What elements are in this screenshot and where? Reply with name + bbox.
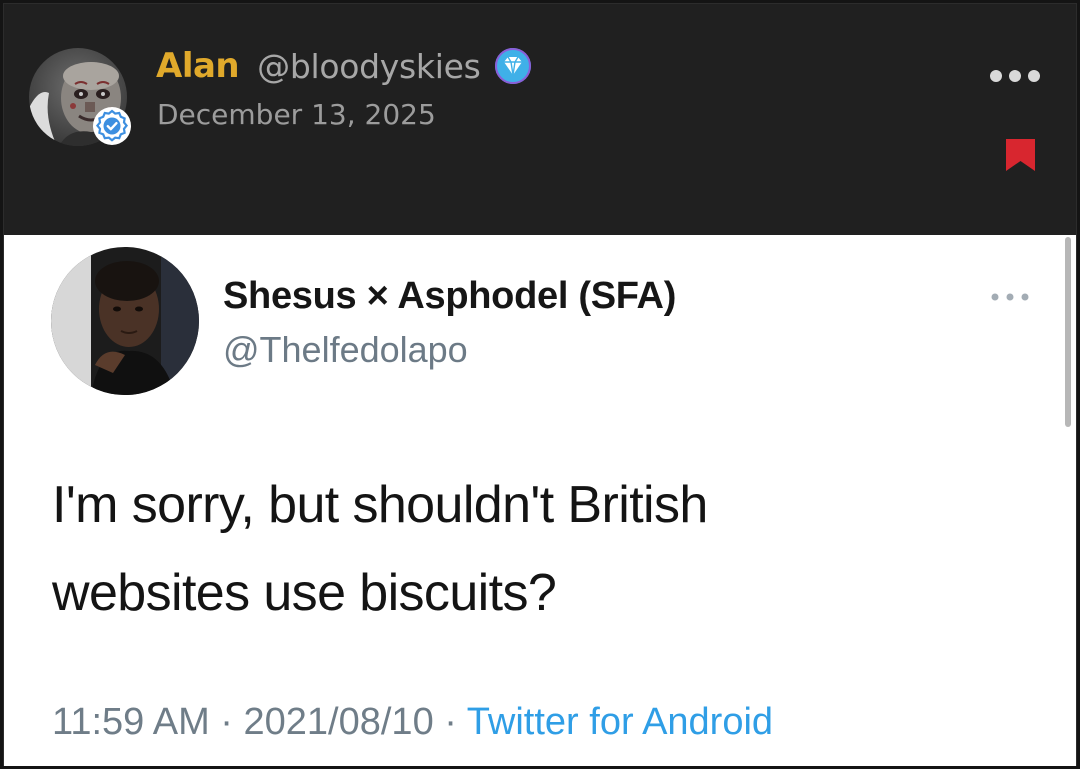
person-photo-avatar-icon xyxy=(51,247,199,395)
meta-separator: · xyxy=(444,701,457,743)
meta-separator: · xyxy=(220,701,233,743)
tweet-time: 11:59 AM xyxy=(52,701,210,743)
post-frame: Alan @bloodyskies December 13, 2025 Shes… xyxy=(3,3,1077,766)
tweet-text-line: I'm sorry, but shouldn't British xyxy=(52,476,708,534)
author-line: Alan @bloodyskies xyxy=(156,46,532,86)
tweet-display-name: Shesus × Asphodel (SFA) xyxy=(223,275,677,317)
tweet-meta: 11:59 AM · 2021/08/10 · Twitter for Andr… xyxy=(52,701,773,744)
author-handle[interactable]: @bloodyskies xyxy=(257,47,481,86)
diamond-gem-icon xyxy=(495,48,532,84)
tweet-handle: @Thelfedolapo xyxy=(223,329,468,370)
more-options-icon[interactable] xyxy=(989,66,1041,86)
tweet-source: Twitter for Android xyxy=(466,701,774,743)
bookmark-icon[interactable] xyxy=(1005,138,1036,172)
verified-check-icon xyxy=(93,107,131,145)
tweet-author-avatar xyxy=(51,247,199,395)
tweet-more-options-icon xyxy=(991,293,1029,301)
author-name[interactable]: Alan xyxy=(156,46,240,86)
tweet-text-line: websites use biscuits? xyxy=(52,564,557,622)
post-date: December 13, 2025 xyxy=(157,98,436,131)
scrollbar-thumb[interactable] xyxy=(1065,237,1071,427)
tweet-text: I'm sorry, but shouldn't British website… xyxy=(52,461,1012,637)
page: Alan @bloodyskies December 13, 2025 Shes… xyxy=(0,0,1080,769)
embedded-tweet-image[interactable]: Shesus × Asphodel (SFA) @Thelfedolapo I'… xyxy=(4,235,1076,766)
tweet-date: 2021/08/10 xyxy=(243,701,434,743)
